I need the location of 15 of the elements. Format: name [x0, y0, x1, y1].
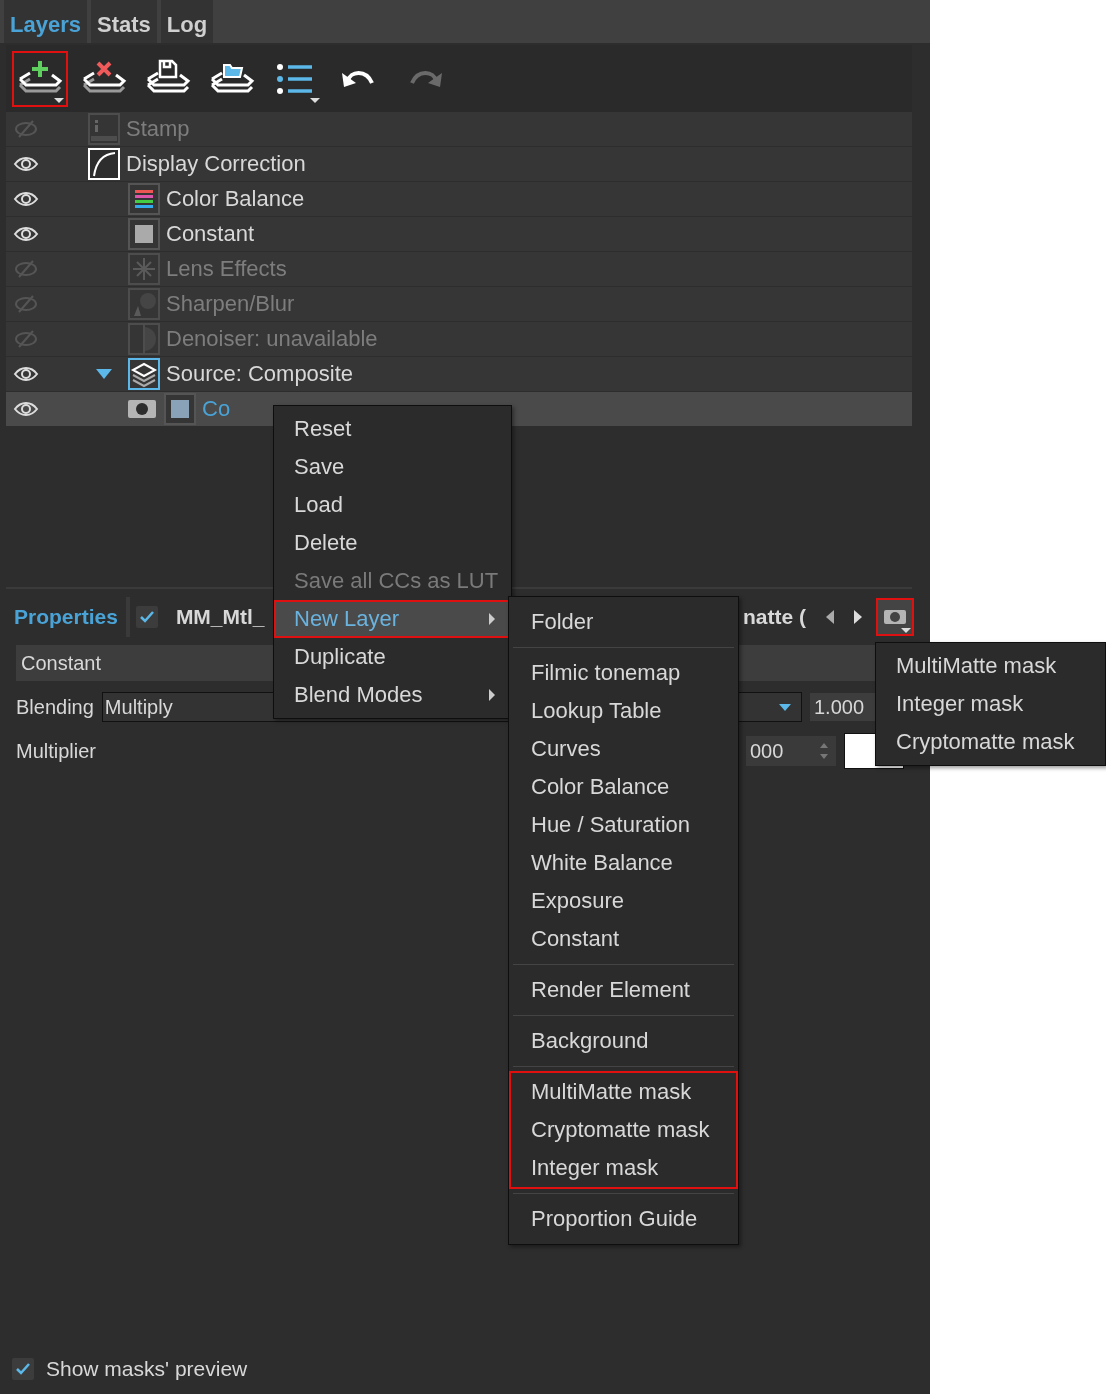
layer-name: Sharpen/Blur — [166, 291, 295, 317]
layer-title: natte ( — [743, 605, 806, 629]
layer-title: MM_Mtl_ — [175, 605, 265, 629]
layer-name: Stamp — [126, 116, 190, 142]
blending-label: Blending — [16, 695, 94, 719]
layer-name: Constant — [166, 221, 255, 247]
preview-label: Show masks' preview — [46, 1357, 248, 1381]
layer-name: Lens Effects — [166, 256, 287, 282]
layer-name: Display Correction — [126, 151, 306, 177]
multiplier-label: Multiplier — [16, 739, 97, 763]
blending-value: Multiply — [104, 695, 173, 719]
layer-name: Co — [202, 396, 231, 422]
layer-name: Source: Composite — [166, 361, 354, 387]
layer-name: Denoiser: unavailable — [166, 326, 378, 352]
layer-name: Color Balance — [166, 186, 305, 212]
